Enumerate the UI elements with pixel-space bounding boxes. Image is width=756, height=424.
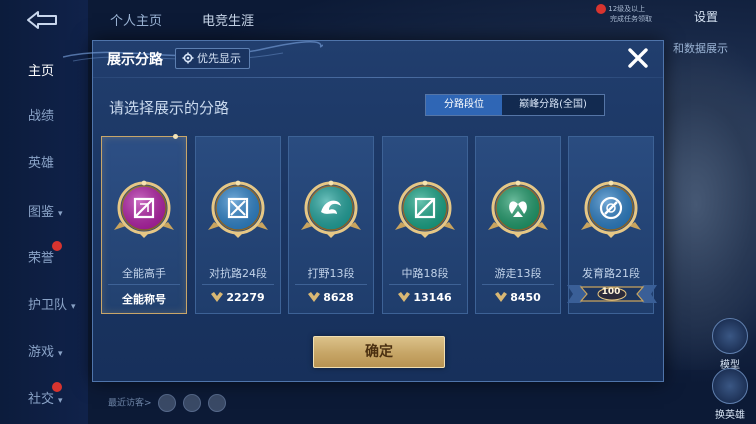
gear-icon <box>182 52 194 64</box>
lane-rank-label: 全能高手 <box>122 267 166 280</box>
rank-stars-value: 100 <box>601 287 621 297</box>
lane-stat-value: 22279 <box>226 291 265 304</box>
chevron-down-icon: ▾ <box>71 302 76 312</box>
sidebar-item[interactable]: 护卫队 ▾ <box>0 292 88 320</box>
lane-stat: 13146 <box>383 291 467 304</box>
back-button[interactable] <box>22 8 62 32</box>
avatar[interactable] <box>183 394 202 412</box>
swap-hero-label: 换英雄 <box>715 410 745 421</box>
chevron-down-icon: ▾ <box>58 349 63 359</box>
model-icon <box>712 318 748 354</box>
tab-profile[interactable]: 个人主页 <box>110 10 162 29</box>
all-round-emblem-icon <box>113 177 175 239</box>
lane-stat-value: 8450 <box>510 291 541 304</box>
recent-visitors[interactable]: 最近访客> <box>108 394 227 412</box>
rank-points-icon <box>495 292 508 302</box>
lane-card-jungle[interactable]: 打野13段 8628 <box>288 136 374 314</box>
avatar[interactable] <box>158 394 177 412</box>
lane-card-mid-lane[interactable]: 中路18段 13146 <box>382 136 468 314</box>
rank-points-icon <box>308 292 321 302</box>
card-divider <box>202 284 274 285</box>
card-divider <box>108 284 180 285</box>
mid-lane-emblem-icon <box>394 177 456 239</box>
notification-dot <box>52 241 62 251</box>
notification-dot <box>596 4 606 14</box>
lane-rank-label: 中路18段 <box>401 267 449 280</box>
rank-points-icon <box>211 292 224 302</box>
sidebar-item-label: 英雄 <box>28 156 55 171</box>
lane-stat: 全能称号 <box>102 291 186 307</box>
jungle-emblem-icon <box>300 177 362 239</box>
sidebar-item-label: 主页 <box>28 64 55 79</box>
notif-line2: 完成任务领取 <box>610 15 652 23</box>
model-button[interactable]: 模型 <box>706 318 754 371</box>
lane-card-clash-lane[interactable]: 对抗路24段 22279 <box>195 136 281 314</box>
sidebar-item-label: 社交 <box>28 392 55 407</box>
card-divider <box>389 284 461 285</box>
sidebar-item[interactable]: 战绩 <box>0 103 88 131</box>
lane-rank-label: 游走13段 <box>494 267 542 280</box>
data-display-link[interactable]: 和数据展示 <box>673 40 728 56</box>
modal-title: 展示分路 <box>107 52 163 68</box>
lane-stat: 8450 <box>476 291 560 304</box>
sidebar-item[interactable]: 图鉴 ▾ <box>0 199 88 227</box>
priority-display-button[interactable]: 优先显示 <box>175 48 250 69</box>
sidebar-item[interactable]: 社交 ▾ <box>0 386 88 414</box>
lane-rank-label: 对抗路24段 <box>209 267 267 280</box>
sidebar-item[interactable]: 游戏 ▾ <box>0 339 88 367</box>
lane-card-all-round[interactable]: 全能高手 全能称号 <box>101 134 187 314</box>
avatar[interactable] <box>208 394 227 412</box>
farm-lane-emblem-icon <box>580 177 642 239</box>
lane-stat: 22279 <box>196 291 280 304</box>
lane-rank-label: 打野13段 <box>307 267 355 280</box>
sidebar-item-label: 战绩 <box>28 109 55 124</box>
sidebar-item-label: 图鉴 <box>28 205 55 220</box>
visitors-label: 最近访客> <box>108 398 152 409</box>
sidebar-item-label: 护卫队 <box>28 298 68 313</box>
close-icon <box>628 48 648 68</box>
clash-lane-emblem-icon <box>207 177 269 239</box>
notification-dot <box>52 382 62 392</box>
swap-hero-button[interactable]: 换英雄 <box>706 368 754 421</box>
chevron-down-icon: ▾ <box>58 396 63 406</box>
rank-points-icon <box>398 292 411 302</box>
tab-lane-rank[interactable]: 分路段位 <box>426 95 502 115</box>
select-lane-prompt: 请选择展示的分路 <box>109 99 230 117</box>
chevron-down-icon: ▾ <box>58 209 63 219</box>
header-divider <box>93 77 663 78</box>
priority-label: 优先显示 <box>197 52 241 65</box>
sidebar-item[interactable]: 荣誉 <box>0 245 88 273</box>
modal-header: 展示分路 优先显示 <box>93 41 663 77</box>
confirm-button[interactable]: 确定 <box>313 336 445 368</box>
tab-esports[interactable]: 电竞生涯 <box>202 10 254 29</box>
lane-stat-value: 13146 <box>413 291 452 304</box>
lane-stat-value: 8628 <box>323 291 354 304</box>
lane-display-modal: 展示分路 优先显示 请选择展示的分路 分路段位 巅峰分路(全国) 全能高手全能称… <box>63 40 664 382</box>
roam-emblem-icon <box>487 177 549 239</box>
swap-hero-icon <box>712 368 748 404</box>
tab-peak-lane[interactable]: 巅峰分路(全国) <box>502 95 604 115</box>
sidebar-item-label: 游戏 <box>28 345 55 360</box>
card-divider <box>295 284 367 285</box>
settings-button[interactable]: 设置 <box>694 8 718 25</box>
lane-card-roam[interactable]: 游走13段 8450 <box>475 136 561 314</box>
lane-stat-value: 全能称号 <box>122 293 166 306</box>
top-bar: 个人主页 电竞生涯 12级及以上 完成任务领取 设置 <box>88 0 756 40</box>
back-arrow-icon <box>27 11 57 29</box>
lane-rank-label: 发育路21段 <box>582 267 640 280</box>
notif-line1: 12级及以上 <box>608 5 646 13</box>
lane-stat: 8628 <box>289 291 373 304</box>
sidebar-item-label: 荣誉 <box>28 251 55 266</box>
sidebar-item[interactable]: 英雄 <box>0 150 88 178</box>
lane-card-farm-lane[interactable]: 发育路21段 100 <box>567 136 657 314</box>
selected-indicator <box>173 134 178 139</box>
notification-banner[interactable]: 12级及以上 完成任务领取 <box>596 4 672 34</box>
lane-mode-toggle: 分路段位 巅峰分路(全国) <box>425 94 605 116</box>
close-button[interactable] <box>627 47 649 69</box>
card-divider <box>482 284 554 285</box>
